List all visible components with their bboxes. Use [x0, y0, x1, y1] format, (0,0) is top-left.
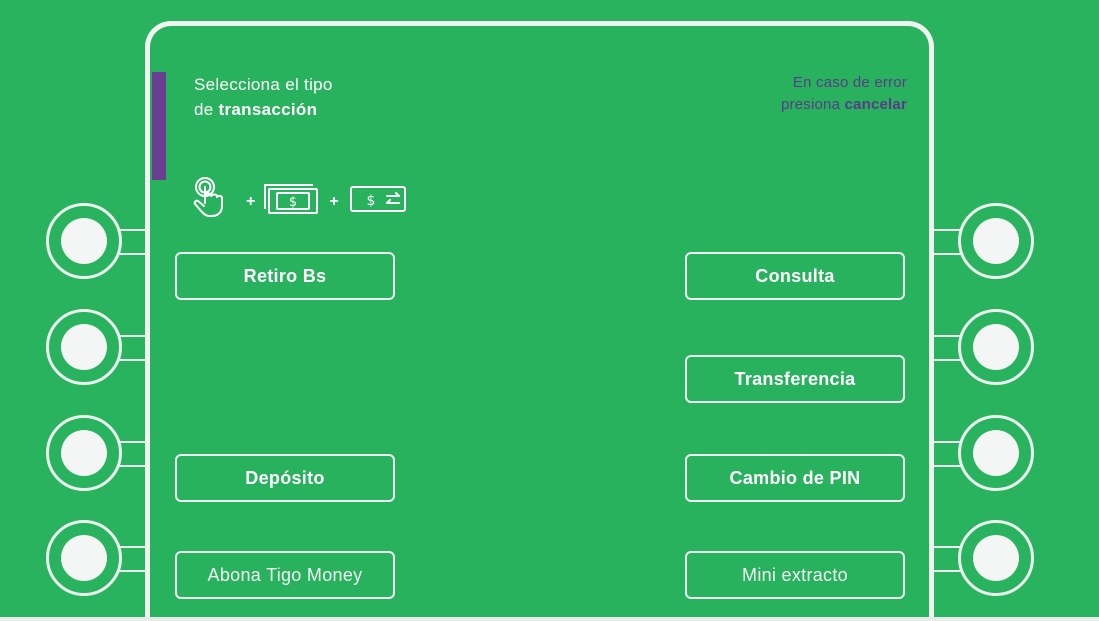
atm-mockup: Selecciona el tipo de transacción En cas… [0, 0, 1099, 621]
retiro-button[interactable]: Retiro Bs [175, 252, 395, 300]
title-line-2-prefix: de [194, 100, 219, 119]
right-key-2-cap [973, 324, 1019, 370]
left-key-3-cap [61, 430, 107, 476]
right-key-3[interactable] [958, 415, 1034, 491]
right-key-3-cap [973, 430, 1019, 476]
left-key-1-cap [61, 218, 107, 264]
svg-text:$: $ [366, 193, 375, 209]
screen-title: Selecciona el tipo de transacción [194, 72, 333, 122]
money-transfer-icon: $ [347, 182, 407, 221]
left-key-3[interactable] [46, 415, 122, 491]
error-line-2: presiona cancelar [781, 94, 907, 116]
right-key-2[interactable] [958, 309, 1034, 385]
error-line-2-bold: cancelar [844, 96, 907, 113]
plus-separator-2: + [329, 192, 339, 210]
title-line-2-bold: transacción [218, 100, 318, 119]
right-key-4[interactable] [958, 520, 1034, 596]
bottom-strip [0, 617, 1099, 621]
mini-extracto-button[interactable]: Mini extracto [685, 551, 905, 599]
right-key-1[interactable] [958, 203, 1034, 279]
svg-text:$: $ [289, 195, 297, 210]
accent-bar [152, 72, 166, 180]
right-key-1-cap [973, 218, 1019, 264]
left-key-4-cap [61, 535, 107, 581]
transferencia-button[interactable]: Transferencia [685, 355, 905, 403]
left-key-1[interactable] [46, 203, 122, 279]
left-key-2-cap [61, 324, 107, 370]
error-line-2-prefix: presiona [781, 96, 845, 113]
error-line-1: En caso de error [792, 74, 907, 91]
transaction-steps: + $ + $ [192, 176, 407, 227]
cambio-pin-button[interactable]: Cambio de PIN [685, 454, 905, 502]
touch-icon [192, 176, 238, 227]
deposito-button[interactable]: Depósito [175, 454, 395, 502]
left-key-4[interactable] [46, 520, 122, 596]
banknote-icon: $ [263, 182, 321, 221]
plus-separator-1: + [246, 192, 256, 210]
title-line-2: de transacción [194, 97, 333, 122]
right-key-4-cap [973, 535, 1019, 581]
left-key-2[interactable] [46, 309, 122, 385]
abona-tigo-money-button[interactable]: Abona Tigo Money [175, 551, 395, 599]
consulta-button[interactable]: Consulta [685, 252, 905, 300]
atm-screen: Selecciona el tipo de transacción En cas… [145, 21, 934, 621]
error-note: En caso de error presiona cancelar [781, 72, 907, 116]
title-line-1: Selecciona el tipo [194, 75, 333, 94]
